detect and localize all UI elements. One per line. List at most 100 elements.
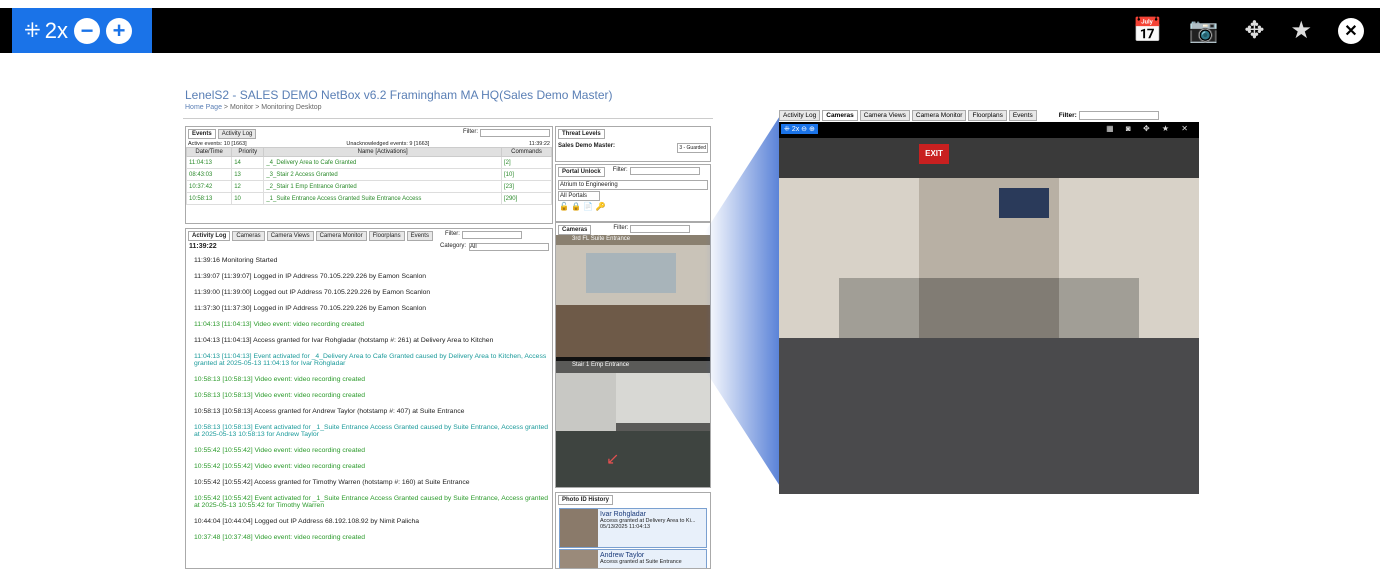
calendar-icon[interactable]: 📅 <box>1133 16 1163 45</box>
star-icon[interactable]: ★ <box>1290 16 1312 45</box>
breadcrumb-path: > Monitor > Monitoring Desktop <box>221 104 322 111</box>
log-line: 10:55:42 [10:55:42] Event activated for … <box>194 495 549 509</box>
camera-icon[interactable]: 📷 <box>1188 16 1218 45</box>
tab-cameras[interactable]: Cameras <box>822 109 858 121</box>
log-line: 11:37:30 [11:37:30] Logged in IP Address… <box>194 305 427 312</box>
zoom-control-group: ⁜ 2x − + <box>12 8 152 53</box>
cameras-panel: Cameras Filter: 3rd FL Suite Entrance St… <box>555 222 711 488</box>
move-icon[interactable]: ✥ <box>1244 16 1264 45</box>
tab-events[interactable]: Events <box>1008 109 1037 121</box>
activity-filter-input[interactable] <box>461 231 522 239</box>
col-datetime[interactable]: Date/Time <box>186 147 233 157</box>
photo-name: Ivar Rohgladar <box>600 511 646 518</box>
events-filter-input[interactable] <box>480 129 550 137</box>
bigcam-toolbar: ⁜ 2x ⊖ ⊕ ▦ ◙ ✥ ★ ✕ <box>779 122 1199 138</box>
tab-cameras[interactable]: Cameras <box>232 231 265 241</box>
photo-entry[interactable]: Andrew Taylor Access granted at Suite En… <box>559 549 707 568</box>
bigcam-filter-input[interactable] <box>1078 110 1159 120</box>
breadcrumb: Home Page > Monitor > Monitoring Desktop <box>185 104 322 111</box>
collapse-icon[interactable]: ⁜ <box>24 18 41 43</box>
bigcam-zoom-label: 2x <box>791 126 800 133</box>
portal-unlock-panel: Portal Unlock Filter: Atrium to Engineer… <box>555 164 711 222</box>
col-name[interactable]: Name [Activations] <box>263 147 502 157</box>
portal-filter-input[interactable] <box>629 167 700 175</box>
toolbar-actions: 📅 📷 ✥ ★ ✕ <box>1133 8 1364 53</box>
row-time: 10:58:13 <box>186 192 233 205</box>
table-row[interactable]: 08:43:03 13 _3_Stair 2 Access Granted [1… <box>186 168 552 181</box>
row-priority: 14 <box>231 156 265 169</box>
tab-floorplans[interactable]: Floorplans <box>368 231 405 241</box>
log-line: 11:04:13 [11:04:13] Event activated for … <box>194 353 547 367</box>
close-icon[interactable]: ✕ <box>1338 17 1364 44</box>
tab-photo-id-history[interactable]: Photo ID History <box>558 495 614 505</box>
photo-entry[interactable]: Ivar Rohgladar Access granted at Deliver… <box>559 508 707 548</box>
camera-tile-suite-entrance[interactable]: 3rd FL Suite Entrance <box>556 235 710 357</box>
avatar <box>560 509 598 547</box>
category-label: Category: <box>439 243 466 249</box>
tab-cameras[interactable]: Cameras <box>558 225 592 235</box>
threat-levels-panel: Threat Levels Sales Demo Master: 3 - Gua… <box>555 126 711 162</box>
table-row[interactable]: 11:04:13 14 _4_Delivery Area to Cafe Gra… <box>186 156 552 169</box>
row-time: 11:04:13 <box>186 156 233 169</box>
tab-activity-log[interactable]: Activity Log <box>779 109 821 121</box>
events-table: Date/Time Priority Name [Activations] Co… <box>186 147 552 205</box>
tab-camera-views[interactable]: Camera Views <box>266 231 314 241</box>
avatar <box>560 550 598 568</box>
netbox-screen: LenelS2 - SALES DEMO NetBox v6.2 Framing… <box>183 86 713 569</box>
page-title: LenelS2 - SALES DEMO NetBox v6.2 Framing… <box>185 88 613 102</box>
tab-threat-levels[interactable]: Threat Levels <box>558 129 605 139</box>
cams-filter-input[interactable] <box>630 225 691 233</box>
photo-id-panel: Photo ID History Ivar Rohgladar Access g… <box>555 492 711 569</box>
zoom-out-icon[interactable]: − <box>74 17 101 44</box>
zoom-level-label: 2x <box>44 17 69 43</box>
tab-activity-log[interactable]: Activity Log <box>217 129 257 139</box>
tab-camera-views[interactable]: Camera Views <box>859 109 910 121</box>
bigcam-actions: ▦ ◙ ✥ ★ ✕ <box>1106 124 1193 133</box>
tab-events[interactable]: Events <box>188 129 216 139</box>
enlarged-camera-view: Activity Log Cameras Camera Views Camera… <box>779 108 1199 494</box>
log-line: 10:58:13 [10:58:13] Access granted for A… <box>194 408 465 415</box>
threat-row: Sales Demo Master: 3 - Guarded <box>556 141 710 155</box>
events-time: 11:39:22 <box>528 141 550 147</box>
row-count: [290] <box>500 192 552 205</box>
table-row[interactable]: 10:58:13 10 _1_Suite Entrance Access Gra… <box>186 192 552 205</box>
row-priority: 13 <box>231 168 265 181</box>
row-name: _2_Stair 1 Emp Entrance Granted <box>263 180 502 193</box>
activity-filter-label: Filter: <box>444 231 460 237</box>
tab-activity-log[interactable]: Activity Log <box>188 231 231 241</box>
unack-events: Unacknowledged events: 9 [1663] <box>346 141 430 147</box>
log-line: 11:39:00 [11:39:00] Logged out IP Addres… <box>194 289 431 296</box>
breadcrumb-home[interactable]: Home Page <box>185 104 222 111</box>
all-portals-select[interactable]: All Portals <box>558 191 600 201</box>
cams-filter-label: Filter: <box>613 225 629 231</box>
activity-log-panel: Activity Log Cameras Camera Views Camera… <box>185 228 553 569</box>
top-toolbar: ⁜ 2x − + 📅 📷 ✥ ★ ✕ <box>0 8 1380 53</box>
header-divider <box>183 118 713 119</box>
activity-header: 11:39:22 Category: All <box>186 243 552 257</box>
row-count: [23] <box>500 180 552 193</box>
tab-events[interactable]: Events <box>406 231 433 241</box>
threat-level[interactable]: 3 - Guarded <box>677 143 708 153</box>
log-line: 11:04:13 [11:04:13] Video event: video r… <box>194 321 365 328</box>
log-line: 10:55:42 [10:55:42] Video event: video r… <box>194 463 366 470</box>
log-line: 11:04:13 [11:04:13] Access granted for I… <box>194 337 494 344</box>
portal-filter-label: Filter: <box>612 167 628 173</box>
table-row[interactable]: 10:37:42 12 _2_Stair 1 Emp Entrance Gran… <box>186 180 552 193</box>
log-line: 10:58:13 [10:58:13] Video event: video r… <box>194 392 366 399</box>
tab-floorplans[interactable]: Floorplans <box>968 109 1007 121</box>
row-time: 10:37:42 <box>186 180 233 193</box>
zoom-connector <box>705 108 785 494</box>
portal-select[interactable]: Atrium to Engineering <box>558 180 708 190</box>
camera-feed-atrium[interactable]: EXIT <box>779 138 1199 494</box>
camera-tile-stair-1[interactable]: Stair 1 Emp Entrance ↙ <box>556 361 710 487</box>
tab-camera-monitor[interactable]: Camera Monitor <box>315 231 367 241</box>
tab-camera-monitor[interactable]: Camera Monitor <box>911 109 967 121</box>
zoom-in-icon[interactable]: + <box>106 17 133 44</box>
log-line: 11:39:07 [11:39:07] Logged in IP Address… <box>194 273 427 280</box>
category-select[interactable]: All <box>469 243 549 251</box>
activity-time: 11:39:22 <box>189 243 217 250</box>
threat-label: Sales Demo Master: <box>558 143 616 149</box>
col-priority[interactable]: Priority <box>231 147 265 157</box>
row-priority: 10 <box>231 192 265 205</box>
tab-portal-unlock[interactable]: Portal Unlock <box>558 167 605 177</box>
